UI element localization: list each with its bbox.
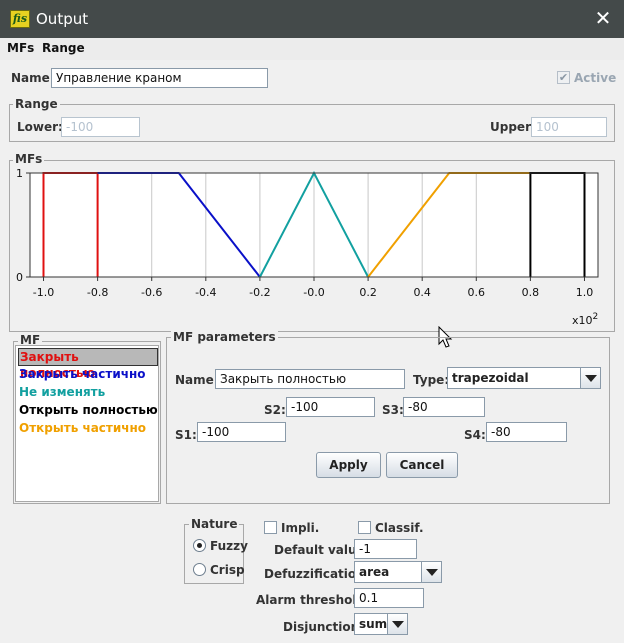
nature-title: Nature bbox=[189, 517, 240, 531]
chart-x-tick-label: -1.0 bbox=[33, 286, 54, 299]
chevron-down-icon[interactable] bbox=[387, 614, 407, 634]
alarm-threshold-field[interactable]: 0.1 bbox=[354, 588, 424, 608]
upper-label: Upper: bbox=[490, 120, 536, 134]
s2-field[interactable]: -100 bbox=[286, 397, 375, 417]
chart-x-tick-label: -0.0 bbox=[303, 286, 324, 299]
active-checkbox[interactable]: ✔ bbox=[557, 71, 570, 84]
s1-field[interactable]: -100 bbox=[197, 422, 286, 442]
chart-x-tick-label: 0.4 bbox=[413, 286, 431, 299]
chart-x-tick-label: 0.8 bbox=[522, 286, 540, 299]
s1-label: S1: bbox=[175, 428, 197, 442]
mfs-group-title: MFs bbox=[13, 152, 45, 166]
chart-scale-label: x102 bbox=[572, 312, 598, 327]
mf-params-title: MF parameters bbox=[171, 330, 278, 344]
cancel-button[interactable]: Cancel bbox=[386, 452, 458, 478]
range-group-title: Range bbox=[13, 97, 60, 111]
title-bar: fis Output ✕ bbox=[0, 0, 624, 38]
window-title: Output bbox=[36, 10, 89, 28]
mf-type-value: trapezoidal bbox=[452, 371, 529, 385]
s4-field[interactable]: -80 bbox=[486, 422, 567, 442]
mf-list[interactable]: Закрыть полностью Закрыть частично Не изме… bbox=[15, 345, 159, 502]
crisp-radio[interactable] bbox=[193, 563, 206, 576]
active-label: Active bbox=[574, 71, 617, 85]
mf-chart[interactable]: -1.0 -0.8 -0.6 -0.4 -0.2 -0.0 0.2 0.4 0.6 0.8 1.0 0… bbox=[12, 165, 612, 330]
disjunction-label: Disjunction: bbox=[283, 620, 364, 634]
alarm-threshold-label: Alarm threshold: bbox=[256, 593, 370, 607]
mf-name-label: Name: bbox=[175, 373, 219, 387]
disjunction-combo[interactable]: sum bbox=[354, 613, 408, 635]
fuzzy-radio[interactable] bbox=[193, 539, 206, 552]
lower-field[interactable]: -100 bbox=[61, 117, 140, 137]
app-icon: fis bbox=[10, 10, 30, 28]
mf-list-item[interactable]: Открыть полностью bbox=[18, 402, 158, 420]
mf-list-item[interactable]: Закрыть полностью bbox=[18, 348, 158, 380]
crisp-label: Crisp bbox=[210, 563, 245, 577]
mf-params-group bbox=[166, 337, 610, 504]
mf-list-item[interactable]: Закрыть частично bbox=[18, 366, 158, 384]
close-icon[interactable]: ✕ bbox=[592, 6, 614, 30]
chart-x-tick-label: 0.2 bbox=[359, 286, 377, 299]
chevron-down-icon[interactable] bbox=[421, 562, 441, 582]
mf-type-label: Type: bbox=[413, 373, 450, 387]
defuzzification-value: area bbox=[359, 565, 390, 579]
apply-button[interactable]: Apply bbox=[316, 452, 381, 478]
lower-label: Lower: bbox=[17, 120, 63, 134]
chevron-down-icon[interactable] bbox=[580, 368, 600, 388]
impli-checkbox[interactable] bbox=[264, 521, 277, 534]
s3-field[interactable]: -80 bbox=[403, 397, 485, 417]
mf-type-combo[interactable]: trapezoidal bbox=[447, 367, 601, 389]
mf-list-item[interactable]: Не изменять bbox=[18, 384, 158, 402]
fuzzy-label: Fuzzy bbox=[210, 539, 248, 553]
mf-name-field[interactable]: Закрыть полностью bbox=[215, 369, 405, 389]
output-name-field[interactable]: Управление краном bbox=[51, 68, 268, 88]
s2-label: S2: bbox=[264, 403, 286, 417]
chart-x-tick-label: -0.6 bbox=[141, 286, 162, 299]
chart-x-tick-label: -0.2 bbox=[249, 286, 270, 299]
chart-x-tick-label: 1.0 bbox=[576, 286, 594, 299]
disjunction-value: sum bbox=[359, 617, 388, 631]
classif-label: Classif. bbox=[375, 521, 424, 535]
chart-x-tick-label: 0.6 bbox=[468, 286, 486, 299]
chart-x-tick-label: -0.8 bbox=[87, 286, 108, 299]
chart-grid bbox=[30, 172, 598, 278]
menu-bar: MFs Range bbox=[0, 38, 624, 60]
chart-x-tick-label: -0.4 bbox=[195, 286, 216, 299]
mf-list-item[interactable]: Открыть частично bbox=[18, 420, 158, 438]
name-label: Name: bbox=[11, 71, 55, 85]
s3-label: S3: bbox=[382, 403, 404, 417]
defuzzification-combo[interactable]: area bbox=[354, 561, 442, 583]
chart-y-tick-label: 0 bbox=[16, 271, 23, 284]
upper-field[interactable]: 100 bbox=[531, 117, 607, 137]
s4-label: S4: bbox=[464, 428, 486, 442]
chart-y-tick-label: 1 bbox=[16, 167, 23, 180]
classif-checkbox[interactable] bbox=[358, 521, 371, 534]
menu-mfs[interactable]: MFs bbox=[7, 41, 34, 55]
default-value-field[interactable]: -1 bbox=[354, 539, 417, 559]
menu-range[interactable]: Range bbox=[42, 41, 85, 55]
impli-label: Impli. bbox=[281, 521, 320, 535]
